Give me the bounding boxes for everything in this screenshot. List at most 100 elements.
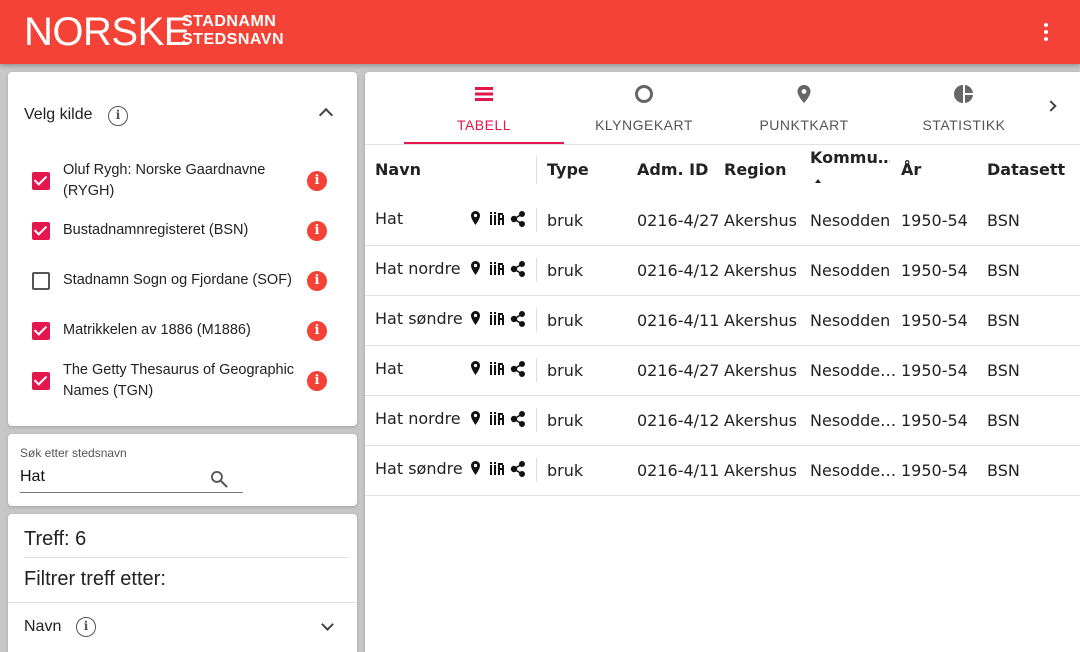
cell-kommune: Nesodde… bbox=[810, 411, 895, 430]
divider bbox=[365, 144, 1080, 145]
source-item-bsn[interactable]: Bustadnamnregisteret (BSN) i bbox=[32, 220, 342, 242]
cell-navn[interactable]: Hat søndre bbox=[375, 459, 467, 478]
table-row[interactable]: Hat nordre bruk 0216-4/12 Akershus Nesodde… 1… bbox=[365, 396, 1080, 446]
column-divider[interactable] bbox=[536, 156, 537, 184]
cell-aar: 1950-54 bbox=[901, 411, 968, 430]
search-icon[interactable] bbox=[209, 469, 229, 489]
cell-kommune: Nesodde… bbox=[810, 361, 895, 380]
info-icon[interactable]: i bbox=[307, 321, 327, 341]
cell-aar: 1950-54 bbox=[901, 211, 968, 230]
pie-chart-icon bbox=[954, 85, 973, 103]
cell-kommune: Nesodde… bbox=[810, 461, 895, 480]
cell-adm-id: 0216-4/27 bbox=[637, 211, 720, 230]
checkbox-tgn[interactable] bbox=[32, 372, 50, 390]
source-item-m1886[interactable]: Matrikkelen av 1886 (M1886) i bbox=[32, 320, 342, 342]
cell-type: bruk bbox=[547, 411, 584, 430]
table-row[interactable]: Hat søndre bruk 0216-4/11 Akershus Nesodden 1… bbox=[365, 296, 1080, 346]
logo-line-2: STEDSNAVN bbox=[182, 31, 284, 48]
column-header-datasett[interactable]: Datasett bbox=[987, 160, 1065, 179]
cell-kommune: Nesodden bbox=[810, 311, 891, 330]
source-item-sof[interactable]: Stadnamn Sogn og Fjordane (SOF) i bbox=[32, 270, 342, 292]
result-count: Treff: 6 bbox=[24, 528, 87, 550]
table-row[interactable]: Hat bruk 0216-4/27 Akershus Nesodde… 1950-54 B… bbox=[365, 346, 1080, 396]
filter-navn-label[interactable]: Navn bbox=[24, 618, 61, 636]
more-vert-icon[interactable] bbox=[1036, 22, 1056, 42]
column-header-type[interactable]: Type bbox=[547, 160, 589, 179]
tab-klyngekart[interactable]: KLYNGEKART bbox=[564, 72, 724, 144]
search-panel: Søk etter stedsnavn bbox=[8, 434, 357, 506]
info-icon[interactable]: i bbox=[108, 106, 128, 126]
checkbox-sof[interactable] bbox=[32, 272, 50, 290]
chevron-down-icon[interactable] bbox=[321, 618, 334, 631]
cell-region: Akershus bbox=[724, 461, 798, 480]
table-row[interactable]: Hat bruk 0216-4/27 Akershus Nesodden 1950-54 B… bbox=[365, 196, 1080, 246]
cell-adm-id: 0216-4/11 bbox=[637, 461, 720, 480]
sort-ascending-icon[interactable] bbox=[815, 179, 821, 183]
column-divider bbox=[536, 308, 537, 332]
info-icon[interactable]: i bbox=[307, 171, 327, 191]
checkbox-bsn[interactable] bbox=[32, 222, 50, 240]
row-action-icons bbox=[470, 360, 530, 378]
column-header-kommune[interactable]: Kommu… bbox=[810, 148, 890, 167]
cell-adm-id: 0216-4/27 bbox=[637, 361, 720, 380]
checkbox-rygh[interactable] bbox=[32, 172, 50, 190]
source-label: The Getty Thesaurus of Geographic Names … bbox=[63, 362, 295, 399]
cell-navn[interactable]: Hat nordre bbox=[375, 409, 467, 428]
column-divider bbox=[536, 358, 537, 382]
column-header-region[interactable]: Region bbox=[724, 160, 787, 179]
logo-line-1: STADNAMN bbox=[182, 13, 277, 30]
row-action-icons bbox=[470, 460, 530, 478]
source-panel: Velg kilde i Oluf Rygh: Norske Gaardnavn… bbox=[8, 72, 357, 426]
cell-type: bruk bbox=[547, 261, 584, 280]
info-icon[interactable]: i bbox=[307, 221, 327, 241]
cell-kommune: Nesodden bbox=[810, 211, 891, 230]
filter-panel: Treff: 6 Filtrer treff etter: Navn i bbox=[8, 514, 357, 652]
table-row[interactable]: Hat nordre bruk 0216-4/12 Akershus Nesodden 1… bbox=[365, 246, 1080, 296]
cell-aar: 1950-54 bbox=[901, 361, 968, 380]
circle-icon bbox=[635, 85, 653, 103]
search-label: Søk etter stedsnavn bbox=[20, 446, 127, 460]
tab-punktkart[interactable]: PUNKTKART bbox=[724, 72, 884, 144]
source-item-tgn[interactable]: The Getty Thesaurus of Geographic Names … bbox=[32, 360, 342, 402]
tab-statistikk[interactable]: STATISTIKK bbox=[884, 72, 1044, 144]
search-underline bbox=[20, 492, 243, 493]
app-header: NORSKE STADNAMN STEDSNAVN bbox=[0, 0, 1080, 64]
column-header-aar[interactable]: År bbox=[901, 160, 921, 179]
source-item-rygh[interactable]: Oluf Rygh: Norske Gaardnavne (RYGH) i bbox=[32, 160, 342, 202]
table-row[interactable]: Hat søndre bruk 0216-4/11 Akershus Nesodde… 1… bbox=[365, 446, 1080, 496]
cell-datasett: BSN bbox=[987, 361, 1020, 380]
cell-navn[interactable]: Hat nordre bbox=[375, 259, 467, 278]
source-panel-title: Velg kilde bbox=[24, 106, 93, 123]
cell-adm-id: 0216-4/11 bbox=[637, 311, 720, 330]
cell-type: bruk bbox=[547, 461, 584, 480]
info-icon[interactable]: i bbox=[307, 271, 327, 291]
cell-type: bruk bbox=[547, 211, 584, 230]
checkbox-m1886[interactable] bbox=[32, 322, 50, 340]
tab-tabell[interactable]: TABELL bbox=[404, 72, 564, 144]
row-action-icons bbox=[470, 210, 530, 228]
column-header-adm-id[interactable]: Adm. ID bbox=[637, 160, 708, 179]
search-input[interactable] bbox=[20, 464, 200, 490]
logo-main-text[interactable]: NORSKE bbox=[24, 8, 190, 56]
cell-region: Akershus bbox=[724, 211, 798, 230]
cell-type: bruk bbox=[547, 361, 584, 380]
info-icon[interactable]: i bbox=[307, 371, 327, 391]
chevron-up-icon[interactable] bbox=[318, 107, 334, 123]
cell-kommune: Nesodden bbox=[810, 261, 891, 280]
column-divider bbox=[536, 458, 537, 482]
info-icon[interactable]: i bbox=[76, 617, 96, 637]
column-divider bbox=[536, 208, 537, 232]
divider bbox=[24, 557, 349, 558]
column-header-navn[interactable]: Navn bbox=[375, 160, 421, 179]
results-panel: TABELL KLYNGEKART PUNKTKART STATISTIKK N… bbox=[365, 72, 1080, 652]
cell-navn[interactable]: Hat søndre bbox=[375, 309, 467, 328]
row-action-icons bbox=[470, 310, 530, 328]
cell-region: Akershus bbox=[724, 411, 798, 430]
chevron-right-icon[interactable] bbox=[1045, 100, 1057, 112]
cell-navn[interactable]: Hat bbox=[375, 359, 467, 378]
logo-subtitle: STADNAMN STEDSNAVN bbox=[182, 13, 284, 49]
cell-navn[interactable]: Hat bbox=[375, 209, 467, 228]
source-label: Matrikkelen av 1886 (M1886) bbox=[63, 322, 251, 338]
cell-region: Akershus bbox=[724, 311, 798, 330]
cell-adm-id: 0216-4/12 bbox=[637, 261, 720, 280]
